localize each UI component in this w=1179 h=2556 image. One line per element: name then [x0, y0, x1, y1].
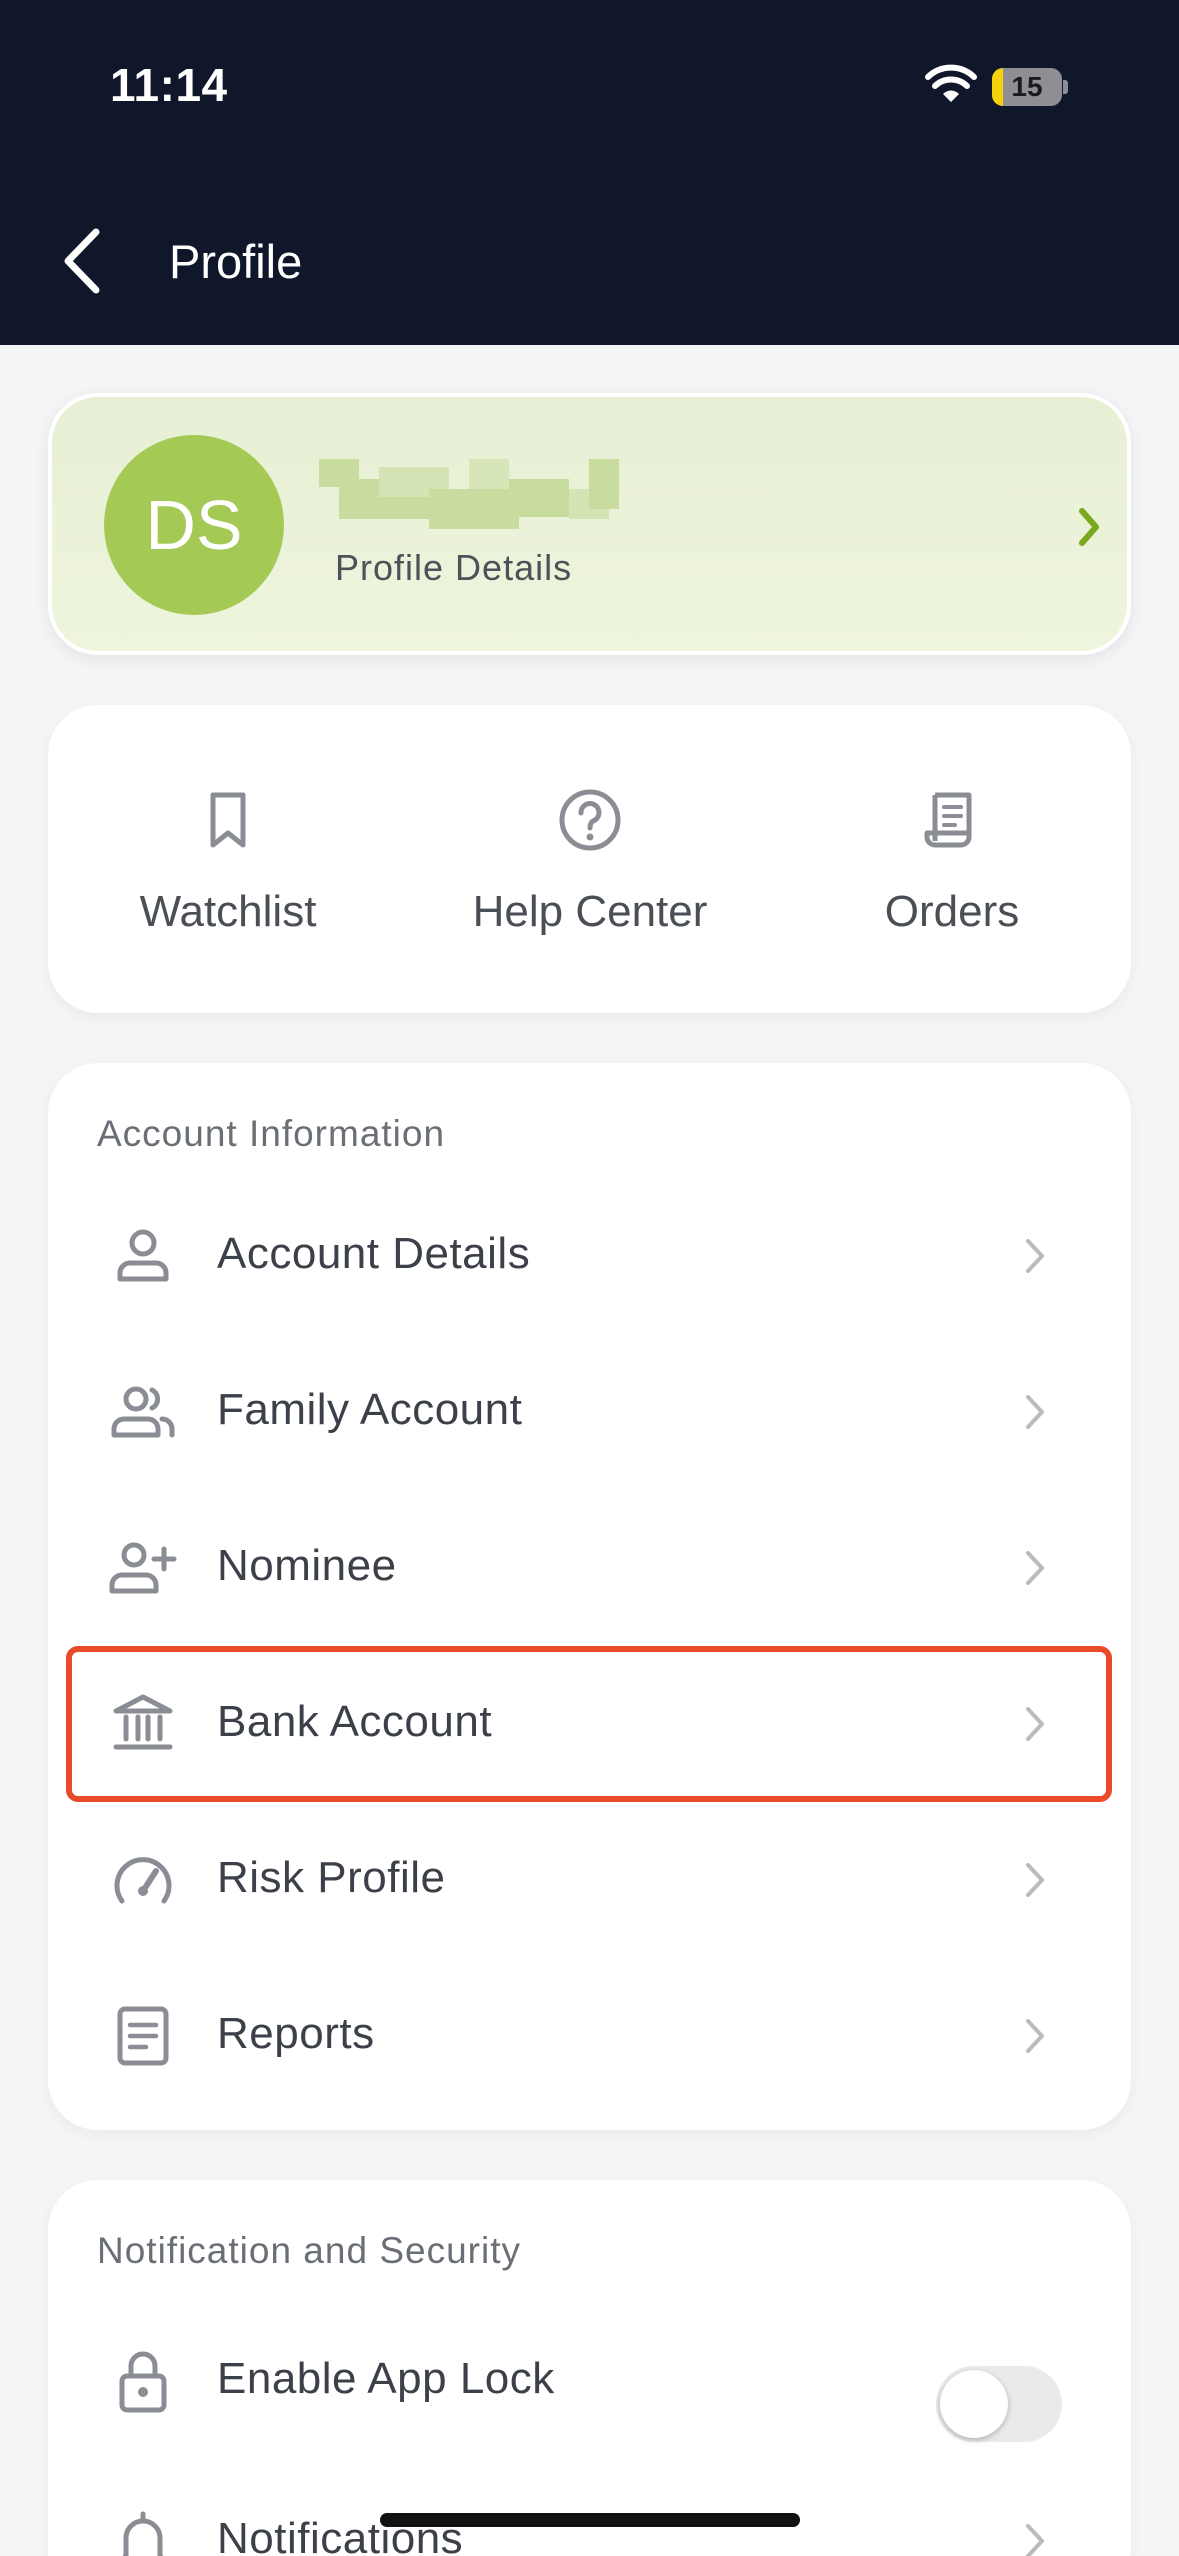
watchlist-button[interactable]: Watchlist [78, 705, 378, 1013]
chevron-right-icon [1026, 1395, 1044, 1429]
app-header: 11:14 15 Profile [0, 0, 1179, 345]
battery-icon: 15 [992, 68, 1068, 106]
profile-details-label: Profile Details [335, 547, 573, 588]
account-details-label: Account Details [217, 1229, 531, 1278]
chevron-right-icon [1026, 2524, 1044, 2556]
question-circle-icon [559, 789, 621, 851]
status-time: 11:14 [110, 59, 228, 111]
account-information-card: Account Information Account Details Fami… [48, 1063, 1131, 2130]
bank-icon [113, 1694, 173, 1750]
app-lock-row: Enable App Lock [48, 2302, 1131, 2462]
chevron-right-icon [1026, 1239, 1044, 1273]
chevron-right-icon [1026, 1863, 1044, 1897]
wifi-icon [925, 64, 977, 102]
orders-button[interactable]: Orders [802, 705, 1102, 1013]
user-icon [117, 1229, 169, 1282]
user-plus-icon [109, 1542, 177, 1594]
page-title: Profile [169, 235, 303, 288]
chevron-right-icon [1026, 2019, 1044, 2053]
chevron-right-icon [1026, 1707, 1044, 1741]
section-title-account: Account Information [97, 1113, 446, 1154]
bank-account-label: Bank Account [217, 1697, 493, 1746]
notifications-row[interactable]: Notifications [48, 2462, 1131, 2556]
users-icon [111, 1386, 175, 1438]
lock-icon [119, 2351, 167, 2413]
gauge-icon [114, 1857, 172, 1904]
help-center-label: Help Center [472, 887, 708, 936]
family-account-label: Family Account [217, 1385, 523, 1434]
profile-name-redacted [319, 459, 619, 529]
home-indicator [380, 2513, 800, 2527]
section-title-notification: Notification and Security [97, 2230, 521, 2271]
bell-icon [122, 2511, 164, 2556]
nominee-label: Nominee [217, 1541, 397, 1590]
battery-level: 15 [1011, 71, 1043, 102]
chevron-right-icon [1026, 1551, 1044, 1585]
app-lock-label: Enable App Lock [217, 2354, 555, 2403]
bookmark-icon [210, 792, 246, 848]
toggle-knob [940, 2370, 1008, 2438]
profile-card[interactable]: DS Profile Details [48, 393, 1131, 655]
family-account-row[interactable]: Family Account [48, 1333, 1131, 1489]
quick-actions-card: Watchlist Help Center Orders [48, 705, 1131, 1013]
notification-security-card: Notification and Security Enable App Loc… [48, 2180, 1131, 2556]
reports-label: Reports [217, 2009, 375, 2058]
account-details-row[interactable]: Account Details [48, 1177, 1131, 1333]
watchlist-label: Watchlist [139, 887, 317, 936]
reports-row[interactable]: Reports [48, 1957, 1131, 2113]
app-lock-toggle[interactable] [936, 2366, 1062, 2442]
chevron-right-icon [1079, 508, 1099, 546]
bank-account-row[interactable]: Bank Account [48, 1645, 1131, 1801]
help-center-button[interactable]: Help Center [440, 705, 740, 1013]
risk-profile-label: Risk Profile [217, 1853, 446, 1902]
back-button[interactable] [58, 226, 108, 296]
receipt-icon [924, 792, 972, 848]
risk-profile-row[interactable]: Risk Profile [48, 1801, 1131, 1957]
avatar: DS [104, 435, 284, 615]
orders-label: Orders [884, 887, 1020, 936]
nominee-row[interactable]: Nominee [48, 1489, 1131, 1645]
document-icon [117, 2006, 169, 2066]
